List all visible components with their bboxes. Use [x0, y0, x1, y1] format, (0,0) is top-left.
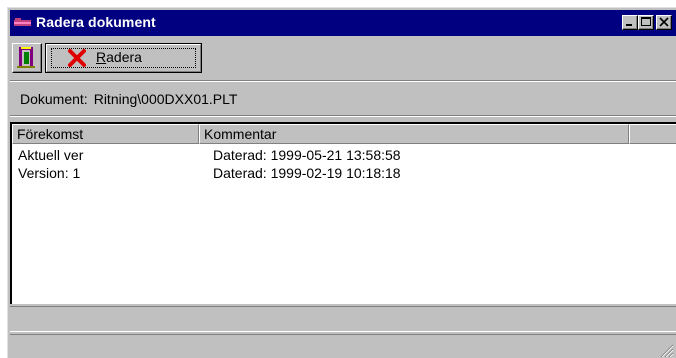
status-bar	[10, 334, 676, 358]
delete-document-window: Radera dokument Radera Dokument: Ritning…	[7, 7, 676, 358]
column-header-kommentar[interactable]: Kommentar	[199, 124, 629, 144]
title-bar[interactable]: Radera dokument	[10, 10, 676, 36]
window-title: Radera dokument	[36, 14, 156, 30]
red-x-icon	[68, 49, 86, 67]
door-exit-icon	[17, 47, 35, 68]
resize-grip-icon[interactable]	[658, 342, 674, 358]
maximize-button[interactable]	[638, 15, 654, 30]
version-list[interactable]: Förekomst Kommentar Aktuell ver Daterad:…	[10, 122, 676, 304]
toolbar-separator	[10, 80, 676, 82]
minimize-icon	[626, 24, 632, 26]
delete-button-label: Radera	[96, 49, 142, 65]
delete-button-face: Radera	[46, 44, 201, 72]
occurrence-cell: Aktuell ver	[18, 147, 84, 163]
maximize-icon	[641, 17, 651, 26]
app-icon	[14, 18, 31, 26]
toolbar: Radera	[10, 38, 676, 78]
info-separator	[10, 115, 676, 117]
list-item[interactable]: Version: 1 Daterad: 1999-02-19 10:18:18	[18, 165, 401, 181]
list-header: Förekomst Kommentar	[12, 124, 676, 144]
comment-cell: Daterad: 1999-02-19 10:18:18	[213, 165, 401, 181]
column-header-forekomst[interactable]: Förekomst	[12, 124, 199, 144]
comment-cell: Daterad: 1999-05-21 13:58:58	[213, 147, 401, 163]
minimize-button[interactable]	[622, 15, 638, 30]
document-path: Ritning\000DXX01.PLT	[93, 91, 238, 107]
list-item[interactable]: Aktuell ver Daterad: 1999-05-21 13:58:58	[18, 147, 401, 163]
close-icon	[659, 17, 669, 27]
column-header-extra[interactable]	[629, 124, 676, 144]
status-panel	[10, 306, 676, 332]
document-info: Dokument: Ritning\000DXX01.PLT	[20, 91, 237, 107]
occurrence-cell: Version: 1	[18, 165, 81, 181]
document-label: Dokument:	[20, 91, 88, 107]
close-button[interactable]	[656, 15, 672, 30]
exit-button[interactable]	[12, 43, 42, 73]
delete-button[interactable]: Radera	[45, 43, 202, 73]
